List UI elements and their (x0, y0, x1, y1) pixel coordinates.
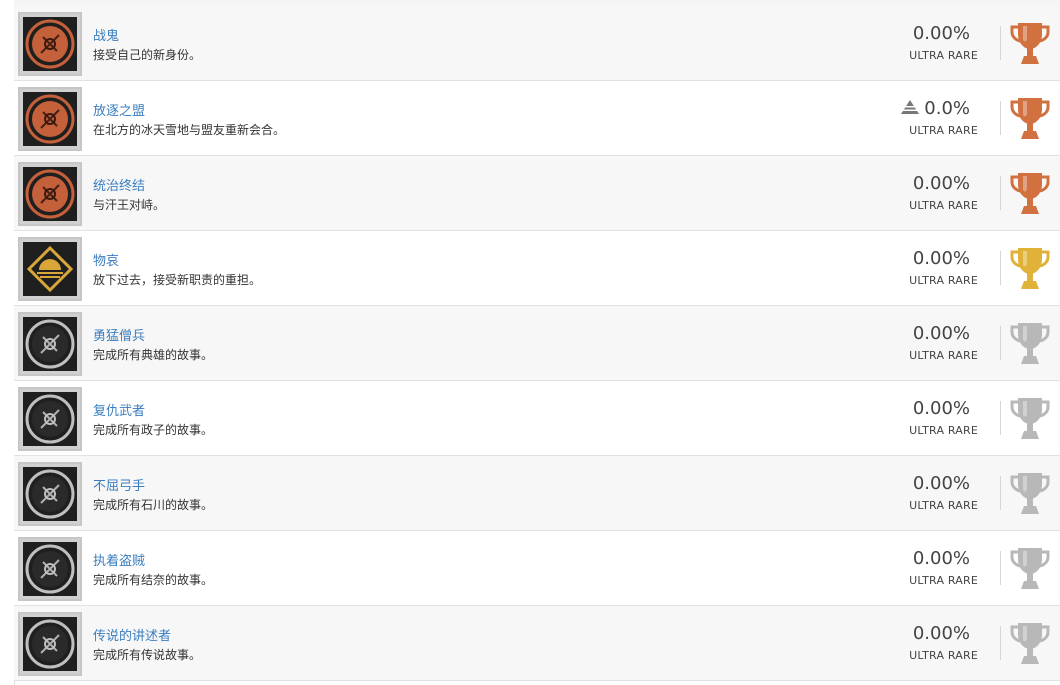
divider (1000, 251, 1001, 285)
trophy-earned-percent: 0.00% (912, 473, 970, 494)
divider (1000, 101, 1001, 135)
demon-face-icon (25, 19, 75, 69)
trophy-row-4[interactable]: 物哀 放下过去，接受新职责的重担。 0.00% ULTRA RARE (14, 231, 1060, 306)
trophy-earned-percent: 0.00% (912, 623, 970, 644)
trophy-description: 接受自己的新身份。 (93, 48, 202, 62)
trophy-thumbnail[interactable] (18, 462, 82, 526)
trophy-title-link[interactable]: 勇猛僧兵 (93, 325, 145, 344)
trophy-title-link[interactable]: 执着盗贼 (93, 550, 145, 569)
trophy-row-8[interactable]: 执着盗贼 完成所有结奈的故事。 0.00% ULTRA RARE (14, 531, 1060, 606)
divider (1000, 551, 1001, 585)
trophy-title-link[interactable]: 复仇武者 (93, 400, 145, 419)
monk-weapon-icon (25, 319, 75, 369)
trophy-rarity-label: ULTRA RARE (909, 274, 978, 287)
trophy-row-3[interactable]: 统治终结 与汗王对峙。 0.00% ULTRA RARE (14, 156, 1060, 231)
trophy-description: 与汗王对峙。 (93, 198, 166, 212)
fan-crest-icon (25, 394, 75, 444)
trophy-rarity-label: ULTRA RARE (909, 124, 978, 137)
thief-tools-icon (25, 544, 75, 594)
trophy-description: 完成所有政子的故事。 (93, 423, 214, 437)
trophy-description: 完成所有典雄的故事。 (93, 348, 214, 362)
trophy-rarity-label: ULTRA RARE (909, 424, 978, 437)
silver-trophy-icon (1010, 623, 1050, 664)
bow-arrows-icon (25, 469, 75, 519)
trophy-title-link[interactable]: 放逐之盟 (93, 100, 145, 119)
bronze-trophy-icon (1010, 173, 1050, 214)
gold-trophy-icon (1010, 248, 1050, 289)
biwa-lute-icon (25, 619, 75, 669)
trophy-earned-percent: 0.00% (912, 23, 970, 44)
divider (1000, 326, 1001, 360)
divider (1000, 176, 1001, 210)
rising-triangle-icon (900, 99, 920, 120)
trophy-description: 放下过去，接受新职责的重担。 (93, 273, 262, 287)
trophy-title-link[interactable]: 物哀 (93, 250, 119, 269)
trophy-description: 完成所有结奈的故事。 (93, 573, 214, 587)
trophy-rarity-label: ULTRA RARE (909, 574, 978, 587)
oni-mask-icon (25, 94, 75, 144)
trophy-description: 完成所有传说故事。 (93, 648, 202, 662)
divider (1000, 26, 1001, 60)
trophy-thumbnail[interactable] (18, 612, 82, 676)
trophy-title-link[interactable]: 统治终结 (93, 175, 145, 194)
trophy-rarity-label: ULTRA RARE (909, 349, 978, 362)
trophy-rarity-label: ULTRA RARE (909, 49, 978, 62)
sword-crescent-icon (25, 169, 75, 219)
divider (1000, 401, 1001, 435)
trophy-rarity-label: ULTRA RARE (909, 199, 978, 212)
trophy-thumbnail[interactable] (18, 537, 82, 601)
trophy-thumbnail[interactable] (18, 387, 82, 451)
trophy-row-5[interactable]: 勇猛僧兵 完成所有典雄的故事。 0.00% ULTRA RARE (14, 306, 1060, 381)
trophy-row-1[interactable]: 战鬼 接受自己的新身份。 0.00% ULTRA RARE (14, 6, 1060, 81)
bronze-trophy-icon (1010, 23, 1050, 64)
sunset-diamond-icon (26, 245, 74, 293)
trophy-thumbnail[interactable] (18, 312, 82, 376)
trophy-thumbnail[interactable] (18, 237, 82, 301)
trophy-title-link[interactable]: 不屈弓手 (93, 475, 145, 494)
silver-trophy-icon (1010, 323, 1050, 364)
trophy-list-page: 战鬼 接受自己的新身份。 0.00% ULTRA RARE 放逐之盟 在北方的冰… (0, 0, 1060, 685)
trophy-thumbnail[interactable] (18, 87, 82, 151)
trophy-row-7[interactable]: 不屈弓手 完成所有石川的故事。 0.00% ULTRA RARE (14, 456, 1060, 531)
trophy-earned-percent: 0.0% (900, 98, 970, 120)
trophy-rarity-label: ULTRA RARE (909, 499, 978, 512)
trophy-description: 完成所有石川的故事。 (93, 498, 214, 512)
trophy-row-6[interactable]: 复仇武者 完成所有政子的故事。 0.00% ULTRA RARE (14, 381, 1060, 456)
trophy-thumbnail[interactable] (18, 162, 82, 226)
trophy-earned-percent: 0.00% (912, 323, 970, 344)
silver-trophy-icon (1010, 548, 1050, 589)
trophy-earned-percent: 0.00% (912, 398, 970, 419)
silver-trophy-icon (1010, 398, 1050, 439)
trophy-thumbnail[interactable] (18, 12, 82, 76)
divider (1000, 626, 1001, 660)
trophy-earned-percent: 0.00% (912, 248, 970, 269)
trophy-row-2[interactable]: 放逐之盟 在北方的冰天雪地与盟友重新会合。 0.0% ULTRA RARE (14, 81, 1060, 156)
trophy-rarity-label: ULTRA RARE (909, 649, 978, 662)
bronze-trophy-icon (1010, 98, 1050, 139)
trophy-description: 在北方的冰天雪地与盟友重新会合。 (93, 123, 286, 137)
divider (1000, 476, 1001, 510)
trophy-row-9[interactable]: 传说的讲述者 完成所有传说故事。 0.00% ULTRA RARE (14, 606, 1060, 681)
silver-trophy-icon (1010, 473, 1050, 514)
left-margin (0, 0, 15, 685)
trophy-earned-percent: 0.00% (912, 548, 970, 569)
trophy-title-link[interactable]: 战鬼 (93, 25, 119, 44)
trophy-earned-percent: 0.00% (912, 173, 970, 194)
trophy-list: 战鬼 接受自己的新身份。 0.00% ULTRA RARE 放逐之盟 在北方的冰… (14, 6, 1060, 681)
trophy-title-link[interactable]: 传说的讲述者 (93, 625, 171, 644)
